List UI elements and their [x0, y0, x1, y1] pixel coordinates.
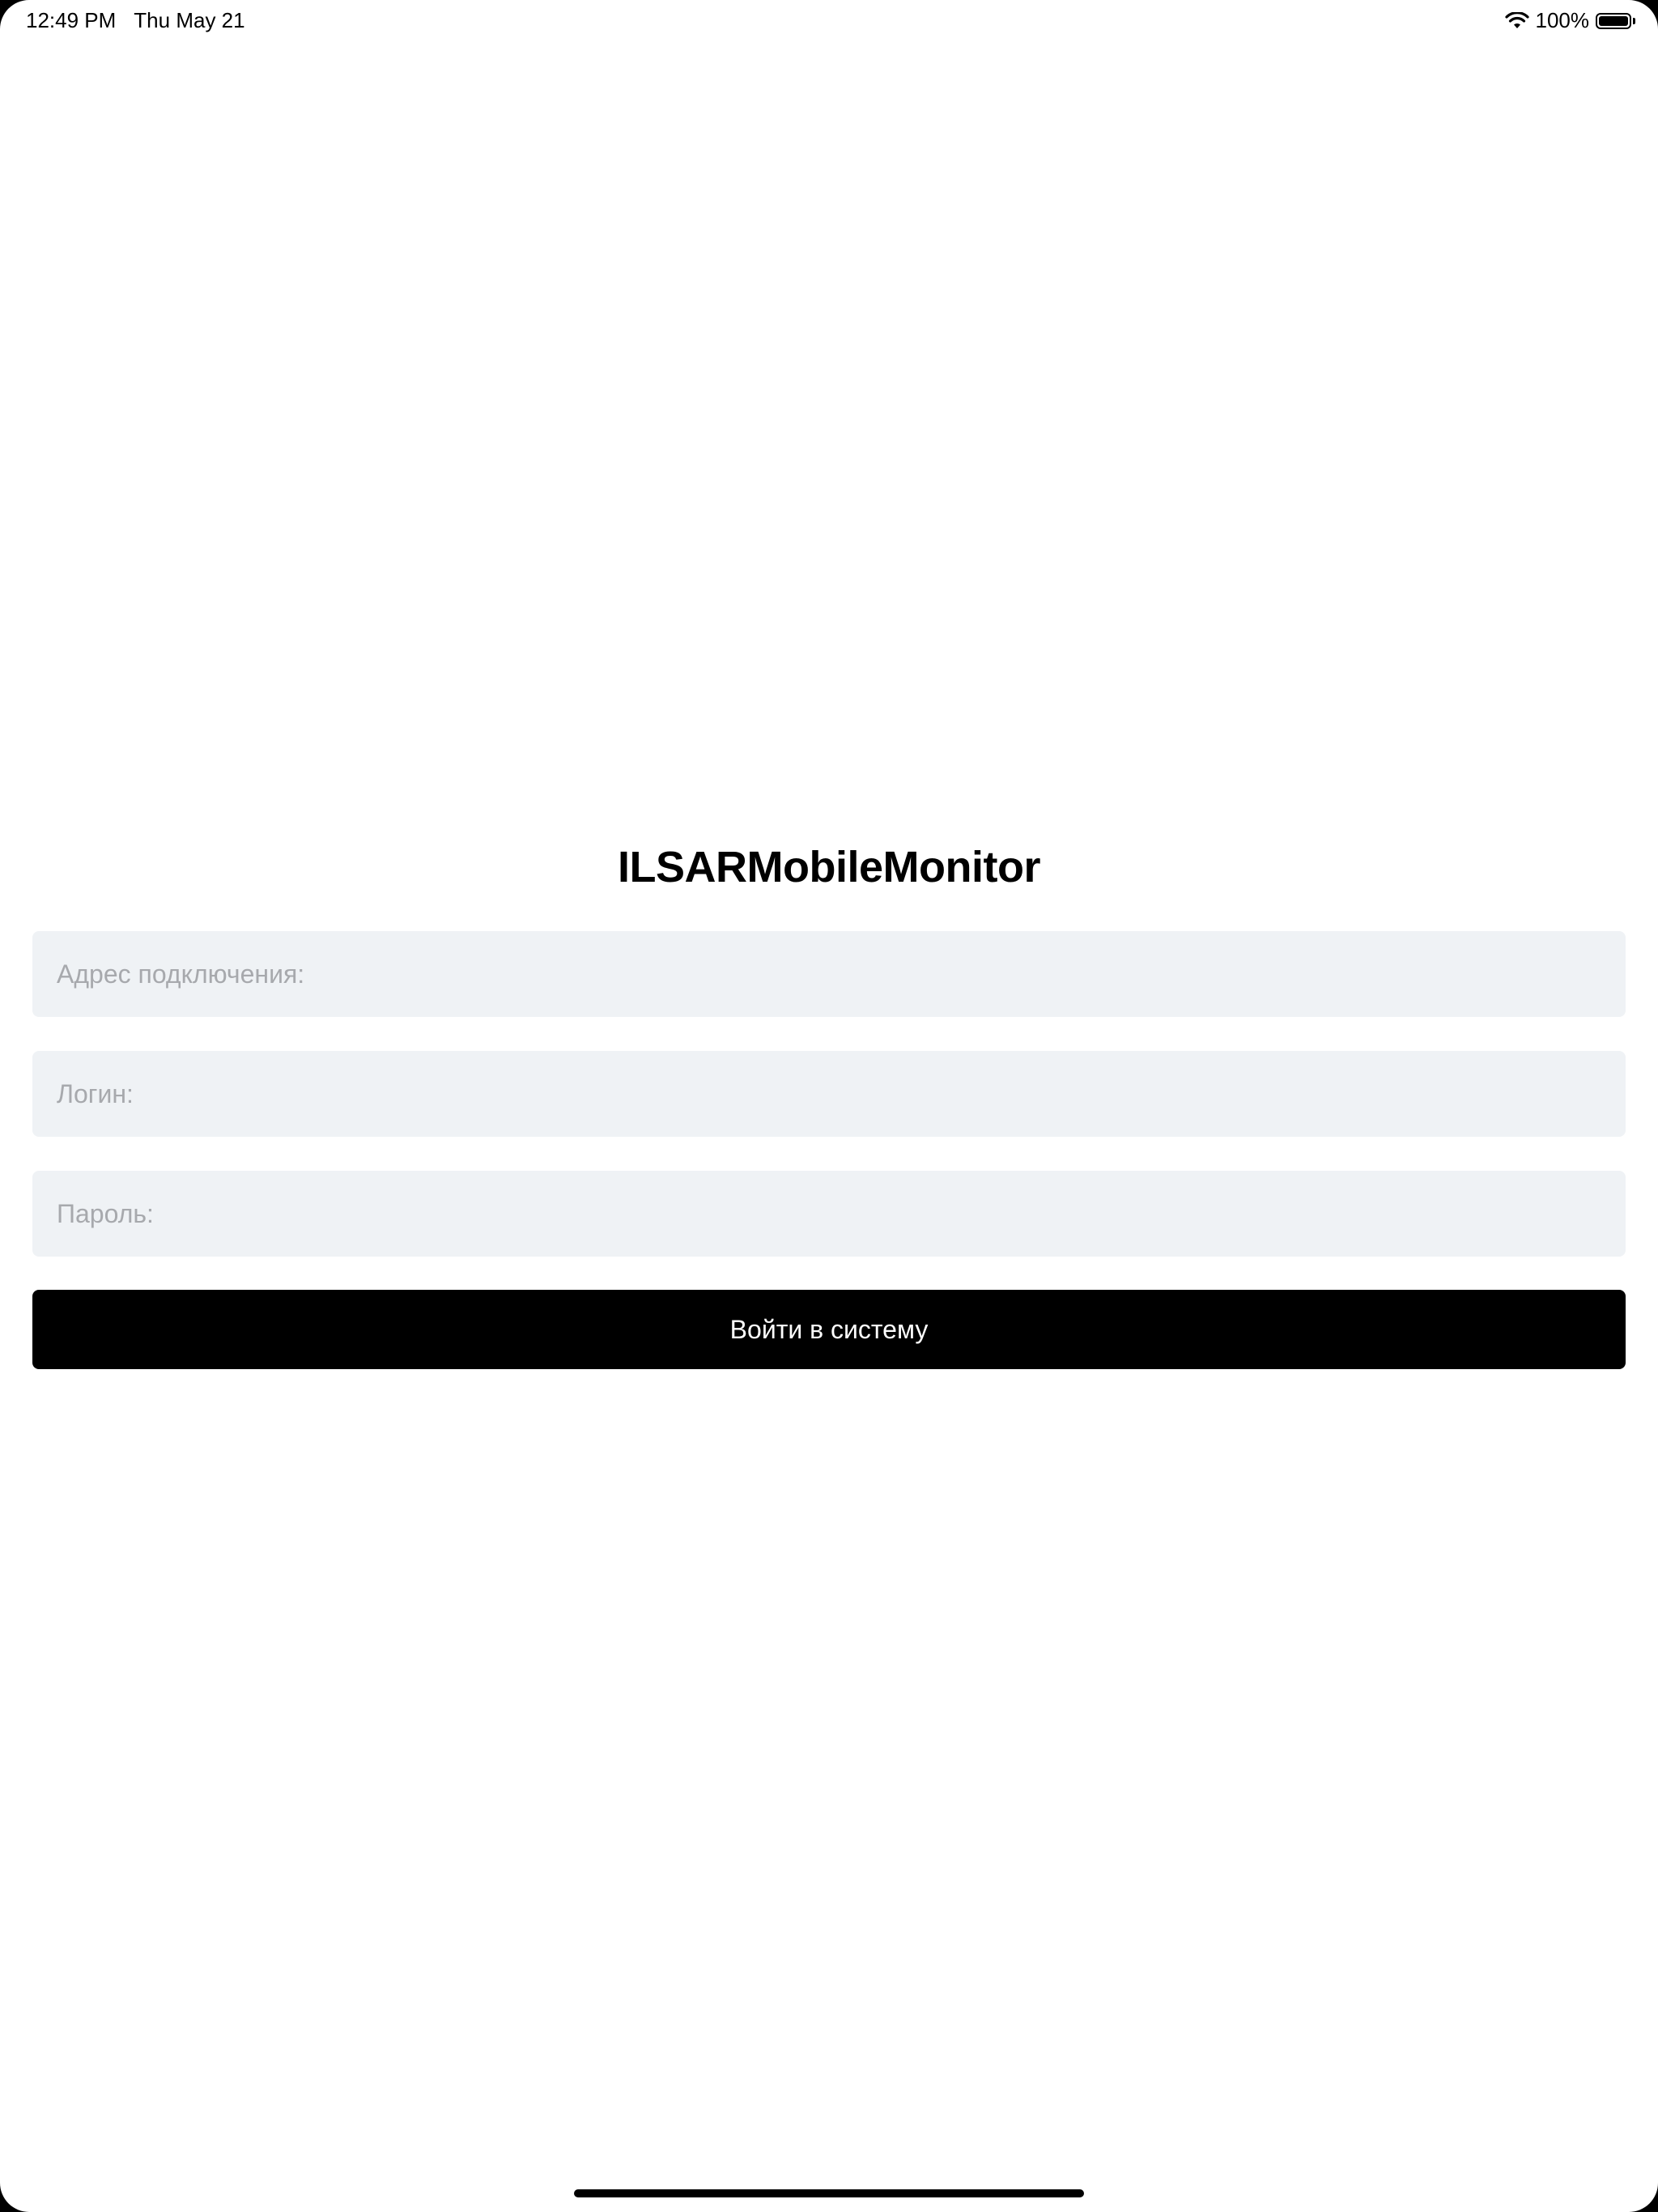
battery-tip — [1633, 17, 1635, 24]
status-bar: 12:49 PM Thu May 21 100% — [0, 0, 1658, 40]
home-indicator[interactable] — [574, 2189, 1084, 2197]
status-right: 100% — [1504, 8, 1635, 33]
battery-body — [1596, 12, 1631, 29]
sign-in-button[interactable]: Войти в систему — [32, 1290, 1626, 1369]
password-input[interactable] — [32, 1171, 1626, 1257]
battery-percent: 100% — [1535, 8, 1590, 32]
status-left: 12:49 PM Thu May 21 — [26, 8, 245, 33]
status-date: Thu May 21 — [134, 8, 245, 32]
battery-fill — [1599, 15, 1628, 26]
wifi-icon — [1504, 11, 1529, 30]
status-time: 12:49 PM — [26, 8, 117, 32]
app-screen: 12:49 PM Thu May 21 100% ILSARMobileMoni… — [0, 0, 1658, 2212]
connection-address-input[interactable] — [32, 931, 1626, 1017]
battery-icon — [1596, 12, 1635, 29]
app-title: ILSARMobileMonitor — [618, 843, 1040, 891]
login-input[interactable] — [32, 1051, 1626, 1137]
